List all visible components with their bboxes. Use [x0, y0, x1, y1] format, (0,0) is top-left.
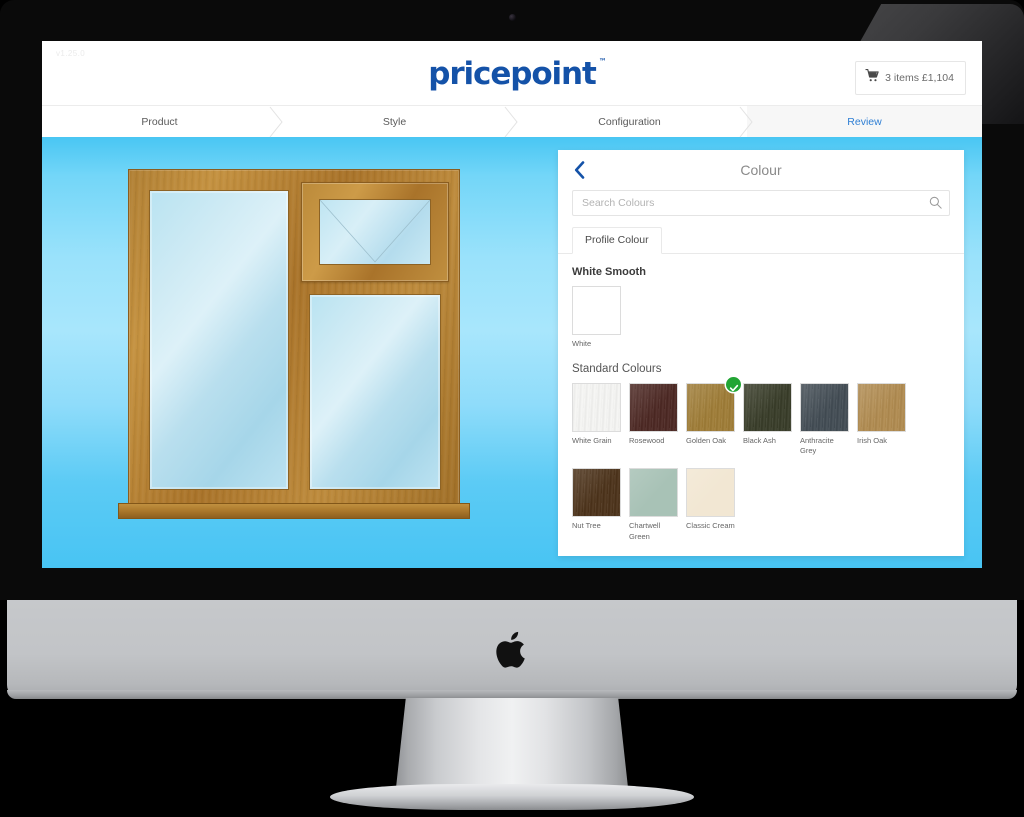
monitor-stand-foot	[330, 784, 694, 810]
step-configuration[interactable]: Configuration	[512, 106, 753, 138]
swatch-cell-nut-tree[interactable]: Nut Tree	[572, 468, 621, 541]
swatch-anthracite-grey[interactable]	[800, 383, 849, 433]
search-input[interactable]	[573, 191, 949, 215]
panel-header: Colour	[558, 150, 964, 190]
swatch-grid-standard-colours: White Grain Rosewood Golden Oak Black Ash An…	[572, 377, 950, 554]
swatch-sheen-overlay	[687, 469, 734, 517]
step-product-label: Product	[141, 115, 178, 128]
search-box[interactable]	[572, 190, 950, 216]
camera-dot-icon	[509, 14, 516, 21]
check-circle-icon	[729, 380, 739, 392]
tab-profile-colour[interactable]: Profile Colour	[572, 227, 662, 254]
swatch-chartwell-green[interactable]	[629, 468, 678, 518]
swatch-cell-white[interactable]: White	[572, 286, 621, 349]
shopping-cart-icon	[865, 69, 880, 87]
search-icon[interactable]	[929, 196, 942, 214]
section-title-standard-colours: Standard Colours	[572, 363, 662, 376]
swatch-label-white: White	[572, 339, 592, 348]
window-pane-bottom-right	[309, 294, 441, 490]
monitor-chin-edge	[7, 690, 1017, 699]
swatch-sheen-overlay	[573, 469, 620, 517]
panel-tabs: Profile Colour	[558, 226, 964, 254]
swatch-sheen-overlay	[630, 469, 677, 517]
step-review-label: Review	[847, 115, 882, 128]
swatch-sheen-overlay	[630, 384, 677, 432]
swatch-cell-black-ash[interactable]: Black Ash	[743, 383, 792, 456]
search-row	[558, 190, 964, 216]
colour-panel: Colour Profile	[558, 150, 964, 556]
swatch-nut-tree[interactable]	[572, 468, 621, 518]
swatch-black-ash[interactable]	[743, 383, 792, 433]
cart-label: 3 items £1,104	[885, 72, 954, 84]
window-preview[interactable]	[118, 169, 470, 529]
step-style-label: Style	[382, 115, 407, 128]
panel-body: White Smooth White Standard Colours Whit…	[558, 254, 964, 556]
swatch-sheen-overlay	[573, 384, 620, 432]
window-frame	[128, 169, 460, 509]
swatch-label: Rosewood	[629, 436, 665, 446]
swatch-sheen-overlay	[801, 384, 848, 432]
configurator-stage: Inside Outside Colour	[42, 137, 982, 568]
swatch-label: Irish Oak	[857, 436, 888, 446]
swatch-label: Anthracite Grey	[800, 436, 834, 456]
swatch-cell-anthracite-grey[interactable]: Anthracite Grey	[800, 383, 849, 456]
swatch-grid-white-smooth: White	[572, 286, 950, 361]
swatch-classic-cream[interactable]	[686, 468, 735, 518]
window-vent-top-right	[301, 182, 449, 282]
trademark-symbol: ™	[598, 57, 607, 66]
swatch-white[interactable]	[572, 286, 621, 335]
swatch-label: Nut Tree	[572, 521, 601, 531]
swatch-cell-classic-cream[interactable]: Classic Cream	[686, 468, 735, 541]
apple-logo-icon	[495, 628, 531, 672]
swatch-sheen-overlay	[687, 384, 734, 432]
swatch-cell-irish-oak[interactable]: Irish Oak	[857, 383, 906, 456]
brand-name: pricepoint	[428, 56, 597, 92]
swatch-white-grain[interactable]	[572, 383, 621, 433]
step-navigation: Product Style Configuration Review	[42, 105, 982, 138]
window-pane-left	[149, 190, 289, 490]
brand-logo[interactable]: pricepoint ™	[42, 56, 982, 92]
swatch-sheen-overlay	[744, 384, 791, 432]
site-header: v1.25.0 pricepoint ™ 3 items £1,104	[42, 41, 982, 105]
swatch-cell-white-grain[interactable]: White Grain	[572, 383, 621, 456]
swatch-label: Golden Oak	[686, 436, 727, 446]
top-hung-indicator-icon	[320, 200, 430, 263]
screen-content: v1.25.0 pricepoint ™ 3 items £1,104 Prod…	[42, 41, 982, 568]
swatch-golden-oak[interactable]	[686, 377, 741, 433]
section-title-white-smooth: White Smooth	[572, 266, 646, 278]
imac-device: v1.25.0 pricepoint ™ 3 items £1,104 Prod…	[0, 0, 1024, 817]
swatch-cell-chartwell-green[interactable]: Chartwell Green	[629, 468, 678, 541]
swatch-cell-golden-oak[interactable]: Golden Oak	[686, 377, 741, 456]
tab-profile-colour-label: Profile Colour	[585, 234, 649, 246]
swatch-label: Chartwell Green	[629, 521, 661, 541]
panel-title: Colour	[740, 162, 782, 178]
vent-glass	[319, 199, 431, 265]
swatch-label: White Grain	[572, 436, 612, 446]
step-style[interactable]: Style	[277, 106, 518, 138]
step-product[interactable]: Product	[42, 106, 283, 138]
step-review[interactable]: Review	[747, 106, 982, 137]
chevron-left-icon[interactable]	[574, 161, 585, 184]
window-sill	[118, 503, 470, 519]
swatch-label: Black Ash	[743, 436, 776, 446]
swatch-irish-oak[interactable]	[857, 383, 906, 433]
swatch-cell-rosewood[interactable]: Rosewood	[629, 383, 678, 456]
step-configuration-label: Configuration	[598, 115, 661, 128]
swatch-rosewood[interactable]	[629, 383, 678, 433]
swatch-label: Classic Cream	[686, 521, 735, 531]
swatch-sheen-overlay	[858, 384, 905, 432]
cart-button[interactable]: 3 items £1,104	[855, 61, 966, 95]
